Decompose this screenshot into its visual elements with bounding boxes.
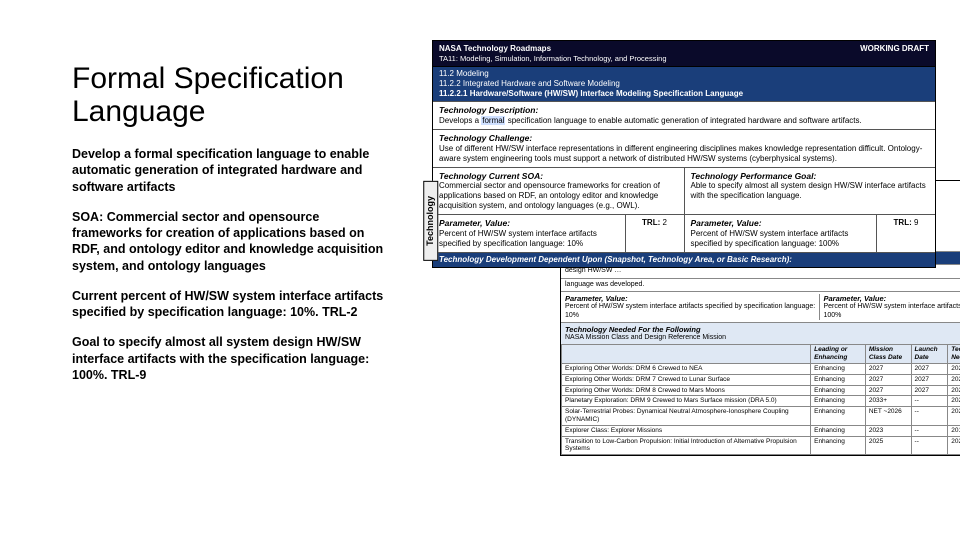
tech-challenge-text: Use of different HW/SW interface represe…	[439, 144, 922, 163]
tech-desc-heading: Technology Description:	[439, 105, 929, 116]
table-row: Explorer Class: Explorer MissionsEnhanci…	[562, 425, 960, 436]
tech-soa-text: Commercial sector and opensource framewo…	[439, 181, 660, 210]
pv-heading-right: Parameter, Value:	[691, 218, 871, 229]
paragraph-soa: SOA: Commercial sector and opensource fr…	[72, 209, 392, 274]
card-header: NASA Technology Roadmaps TA11: Modeling,…	[433, 41, 935, 67]
tech-soa-heading: Technology Current SOA:	[439, 171, 678, 182]
tech-desc-highlight: formal	[481, 116, 505, 125]
small-pv-heading-right: Parameter, Value:	[824, 294, 960, 303]
table-col-header: Leading or Enhancing	[811, 345, 866, 364]
trl-value-2: 2	[663, 218, 667, 227]
table-row: Transition to Low-Carbon Propulsion: Ini…	[562, 436, 960, 455]
card-header-sub: TA11: Modeling, Simulation, Information …	[439, 54, 667, 63]
breadcrumb-3: 11.2.2.1 Hardware/Software (HW/SW) Inter…	[439, 89, 929, 99]
table-row: Exploring Other Worlds: DRM 7 Crewed to …	[562, 374, 960, 385]
slide-title: Formal Specification Language	[72, 62, 392, 128]
tech-goal-heading: Technology Performance Goal:	[691, 171, 930, 182]
card-header-status: WORKING DRAFT	[860, 44, 929, 63]
paragraph-goal: Goal to specify almost all system design…	[72, 334, 392, 383]
table-col-header: Mission Class Date	[865, 345, 911, 364]
trl-label-right: TRL:	[894, 218, 912, 227]
table-row: Planetary Exploration: DRM 9 Crewed to M…	[562, 396, 960, 407]
pv-text-left: Percent of HW/SW system interface artifa…	[439, 229, 597, 248]
missions-table: Leading or EnhancingMission Class DateLa…	[561, 344, 960, 455]
tech-desc-text-2: specification language to enable automat…	[505, 116, 861, 125]
card-header-title: NASA Technology Roadmaps	[439, 44, 667, 54]
small-pv-heading-left: Parameter, Value:	[565, 294, 819, 303]
tech-challenge-heading: Technology Challenge:	[439, 133, 929, 144]
trl-label-left: TRL:	[642, 218, 660, 227]
table-col-header: Technology Need Date	[948, 345, 960, 364]
table-col-header: Launch Date	[911, 345, 948, 364]
roadmap-card-large: NASA Technology Roadmaps TA11: Modeling,…	[432, 40, 936, 268]
breadcrumb-1: 11.2 Modeling	[439, 69, 929, 79]
pv-heading-left: Parameter, Value:	[439, 218, 619, 229]
left-column: Formal Specification Language Develop a …	[72, 62, 392, 397]
small-pv-left: Percent of HW/SW system interface artifa…	[565, 303, 815, 318]
paragraph-develop: Develop a formal specification language …	[72, 146, 392, 195]
trl-value-9: 9	[914, 218, 918, 227]
tech-desc-text-1: Develops a	[439, 116, 481, 125]
tech-goal-text: Able to specify almost all system design…	[691, 181, 926, 200]
small-lang-dev: language was developed.	[561, 278, 960, 291]
paragraph-current: Current percent of HW/SW system interfac…	[72, 288, 392, 321]
small-need-sub: NASA Mission Class and Design Reference …	[565, 334, 726, 341]
small-need-heading: Technology Needed For the Following	[565, 325, 960, 334]
table-row: Solar-Terrestrial Probes: Dynamical Neut…	[562, 407, 960, 426]
pv-text-right: Percent of HW/SW system interface artifa…	[691, 229, 849, 248]
breadcrumb-2: 11.2.2 Integrated Hardware and Software …	[439, 79, 929, 89]
table-row: Exploring Other Worlds: DRM 6 Crewed to …	[562, 363, 960, 374]
small-pv-right: Percent of HW/SW system interface artifa…	[824, 303, 960, 318]
dep-bar: Technology Development Dependent Upon (S…	[433, 252, 935, 267]
table-row: Exploring Other Worlds: DRM 8 Crewed to …	[562, 385, 960, 396]
card-sidelabel: Technology	[423, 181, 438, 261]
